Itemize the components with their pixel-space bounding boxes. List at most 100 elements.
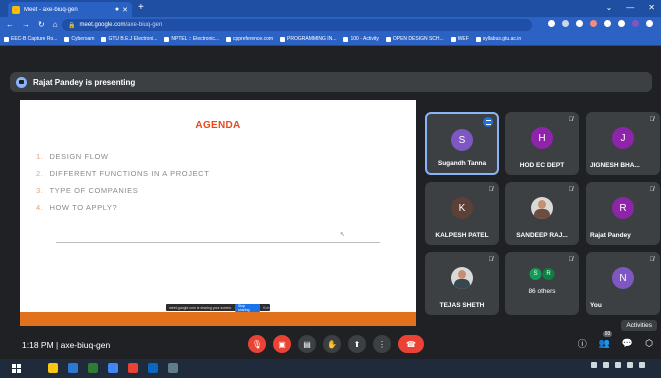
captions-button[interactable]: ▤ — [298, 335, 316, 353]
muted-mic-icon: 🎙̸ — [488, 257, 494, 263]
file-explorer-icon[interactable] — [48, 363, 58, 373]
tab-close-icon[interactable]: ✕ — [122, 6, 128, 14]
browser-tab[interactable]: Meet - axe-biuq-gen ● ✕ — [8, 2, 132, 17]
url-path: /axe-biuq-gen — [125, 22, 163, 28]
extension-icon[interactable] — [590, 20, 597, 27]
mouse-cursor-icon: ↖ — [340, 232, 346, 238]
agenda-text: HOW TO APPLY? — [49, 203, 118, 212]
more-options-button[interactable]: ⋮ — [373, 335, 391, 353]
self-tile[interactable]: 🎙̸ N You — [586, 252, 660, 315]
end-call-button[interactable]: ☎ — [398, 335, 424, 353]
participant-tile[interactable]: 🎙̸ J JIGNESH BHA... — [586, 112, 660, 175]
bookmark-item[interactable]: PROGRAMMING IN... — [280, 36, 336, 42]
profile-avatar[interactable] — [632, 20, 639, 27]
app-icon[interactable] — [148, 363, 158, 373]
share-notice-text: meet.google.com is sharing your screen. — [169, 305, 233, 310]
participant-tile[interactable]: 🎙̸ R Rajat Pandey — [586, 182, 660, 245]
agenda-item: 2. DIFFERENT FUNCTIONS IN A PROJECT — [36, 165, 209, 182]
app-icon[interactable] — [128, 363, 138, 373]
bookmark-icon — [343, 36, 349, 42]
mini-avatar: R — [542, 268, 555, 280]
participant-tile[interactable]: S Sugandh Tanna — [425, 112, 499, 175]
agenda-item: 1. DESIGN FLOW — [36, 148, 209, 165]
meet-stage: Rajat Pandey is presenting AGENDA 1. DES… — [0, 47, 661, 359]
slide-footer-band — [20, 312, 416, 326]
others-avatars: S R — [529, 268, 555, 280]
chat-icon[interactable]: 💬 — [622, 338, 633, 349]
share-icon[interactable] — [562, 20, 569, 27]
bookmark-icon — [475, 36, 481, 42]
info-icon[interactable]: ⓘ — [578, 337, 587, 350]
volume-icon[interactable] — [615, 362, 621, 368]
url-input[interactable]: 🔒 meet.google.com /axe-biuq-gen — [62, 19, 532, 31]
bookmark-item[interactable]: 100 - Activity — [343, 36, 379, 42]
meet-favicon-icon — [12, 5, 20, 14]
notification-icon[interactable] — [639, 362, 645, 368]
tray-icon[interactable] — [591, 362, 597, 368]
menu-dots-icon[interactable] — [646, 20, 653, 27]
close-window-icon[interactable]: ✕ — [648, 1, 655, 15]
participant-tile[interactable]: 🎙̸ TEJAS SHETH — [425, 252, 499, 315]
avatar: K — [451, 197, 473, 219]
participant-name: HOD EC DEPT — [519, 162, 565, 169]
wifi-icon[interactable] — [603, 362, 609, 368]
presenting-banner: Rajat Pandey is presenting — [10, 72, 652, 92]
participant-tile[interactable]: 🎙̸ H HOD EC DEPT — [505, 112, 579, 175]
participant-name: TEJAS SHETH — [439, 302, 485, 309]
bookmark-item[interactable]: Cyberoam — [64, 36, 94, 42]
avatar: J — [612, 127, 634, 149]
participant-tile[interactable]: 🎙̸ K KALPESH PATEL — [425, 182, 499, 245]
bookmark-item[interactable]: GTU B.E.J Electroni... — [101, 36, 157, 42]
present-button[interactable]: ⬆ — [348, 335, 366, 353]
chrome-icon[interactable] — [108, 363, 118, 373]
bookmark-icon — [226, 36, 231, 42]
minimize-icon[interactable]: — — [626, 1, 634, 15]
sidebar-icon[interactable] — [618, 20, 625, 27]
present-screen-icon — [16, 76, 27, 88]
people-button[interactable]: 👥 93 — [599, 331, 613, 349]
lock-icon: 🔒 — [68, 22, 76, 29]
store-icon[interactable] — [68, 363, 78, 373]
excel-icon[interactable] — [88, 363, 98, 373]
agenda-item: 3. TYPE OF COMPANIES — [36, 182, 209, 199]
others-tile[interactable]: 🎙̸ S R 86 others — [505, 252, 579, 315]
reload-icon[interactable]: ↻ — [38, 19, 45, 31]
hide-notice-button[interactable]: Hide — [263, 306, 270, 310]
back-arrow-icon[interactable]: ← — [6, 19, 14, 31]
extension-icons — [548, 20, 653, 27]
raise-hand-button[interactable]: ✋ — [323, 335, 341, 353]
forward-arrow-icon[interactable]: → — [22, 19, 30, 31]
url-host: meet.google.com — [79, 22, 126, 28]
bookmark-item[interactable]: NPTEL :: Electronic... — [164, 36, 219, 42]
bookmark-item[interactable]: OPEN DESIGN SCH... — [385, 36, 444, 42]
camera-indicator-icon[interactable] — [548, 20, 555, 27]
puzzle-icon[interactable] — [604, 20, 611, 27]
bookmark-item[interactable]: EEC-B Capture Ro... — [4, 36, 57, 42]
agenda-number: 1. — [36, 152, 44, 161]
bookmark-item[interactable]: WEF — [450, 36, 469, 42]
windows-start-icon[interactable] — [12, 364, 21, 373]
new-tab-button[interactable]: + — [138, 2, 144, 14]
participant-tile[interactable]: 🎙̸ SANDEEP RAJ... — [505, 182, 579, 245]
taskbar-apps — [48, 363, 178, 373]
others-count: 86 others — [528, 288, 556, 295]
bookmark-icon — [164, 36, 170, 42]
camera-off-button[interactable]: ▣ — [273, 335, 291, 353]
meeting-info: 1:18 PM | axe-biuq-gen — [22, 340, 111, 350]
bookmark-item[interactable]: syllabus.gtu.ac.in — [475, 36, 521, 42]
tab-search-icon[interactable]: ⌄ — [606, 1, 613, 15]
home-icon[interactable]: ⌂ — [53, 19, 58, 31]
bookmark-star-icon[interactable] — [576, 20, 583, 27]
photo-avatar — [451, 267, 473, 289]
mini-avatar: S — [529, 268, 542, 280]
avatar: R — [612, 197, 634, 219]
tab-recording-icon: ● — [114, 6, 120, 13]
mic-off-button[interactable]: 🎙 — [248, 335, 266, 353]
activities-icon[interactable]: ⬡ — [645, 338, 653, 349]
bookmark-item[interactable]: cppreference.com — [226, 36, 273, 42]
battery-icon[interactable] — [627, 362, 633, 368]
app-icon[interactable] — [168, 363, 178, 373]
bookmark-icon — [280, 36, 286, 42]
photo-head — [538, 200, 546, 209]
stop-sharing-button[interactable]: Stop sharing — [235, 303, 260, 312]
